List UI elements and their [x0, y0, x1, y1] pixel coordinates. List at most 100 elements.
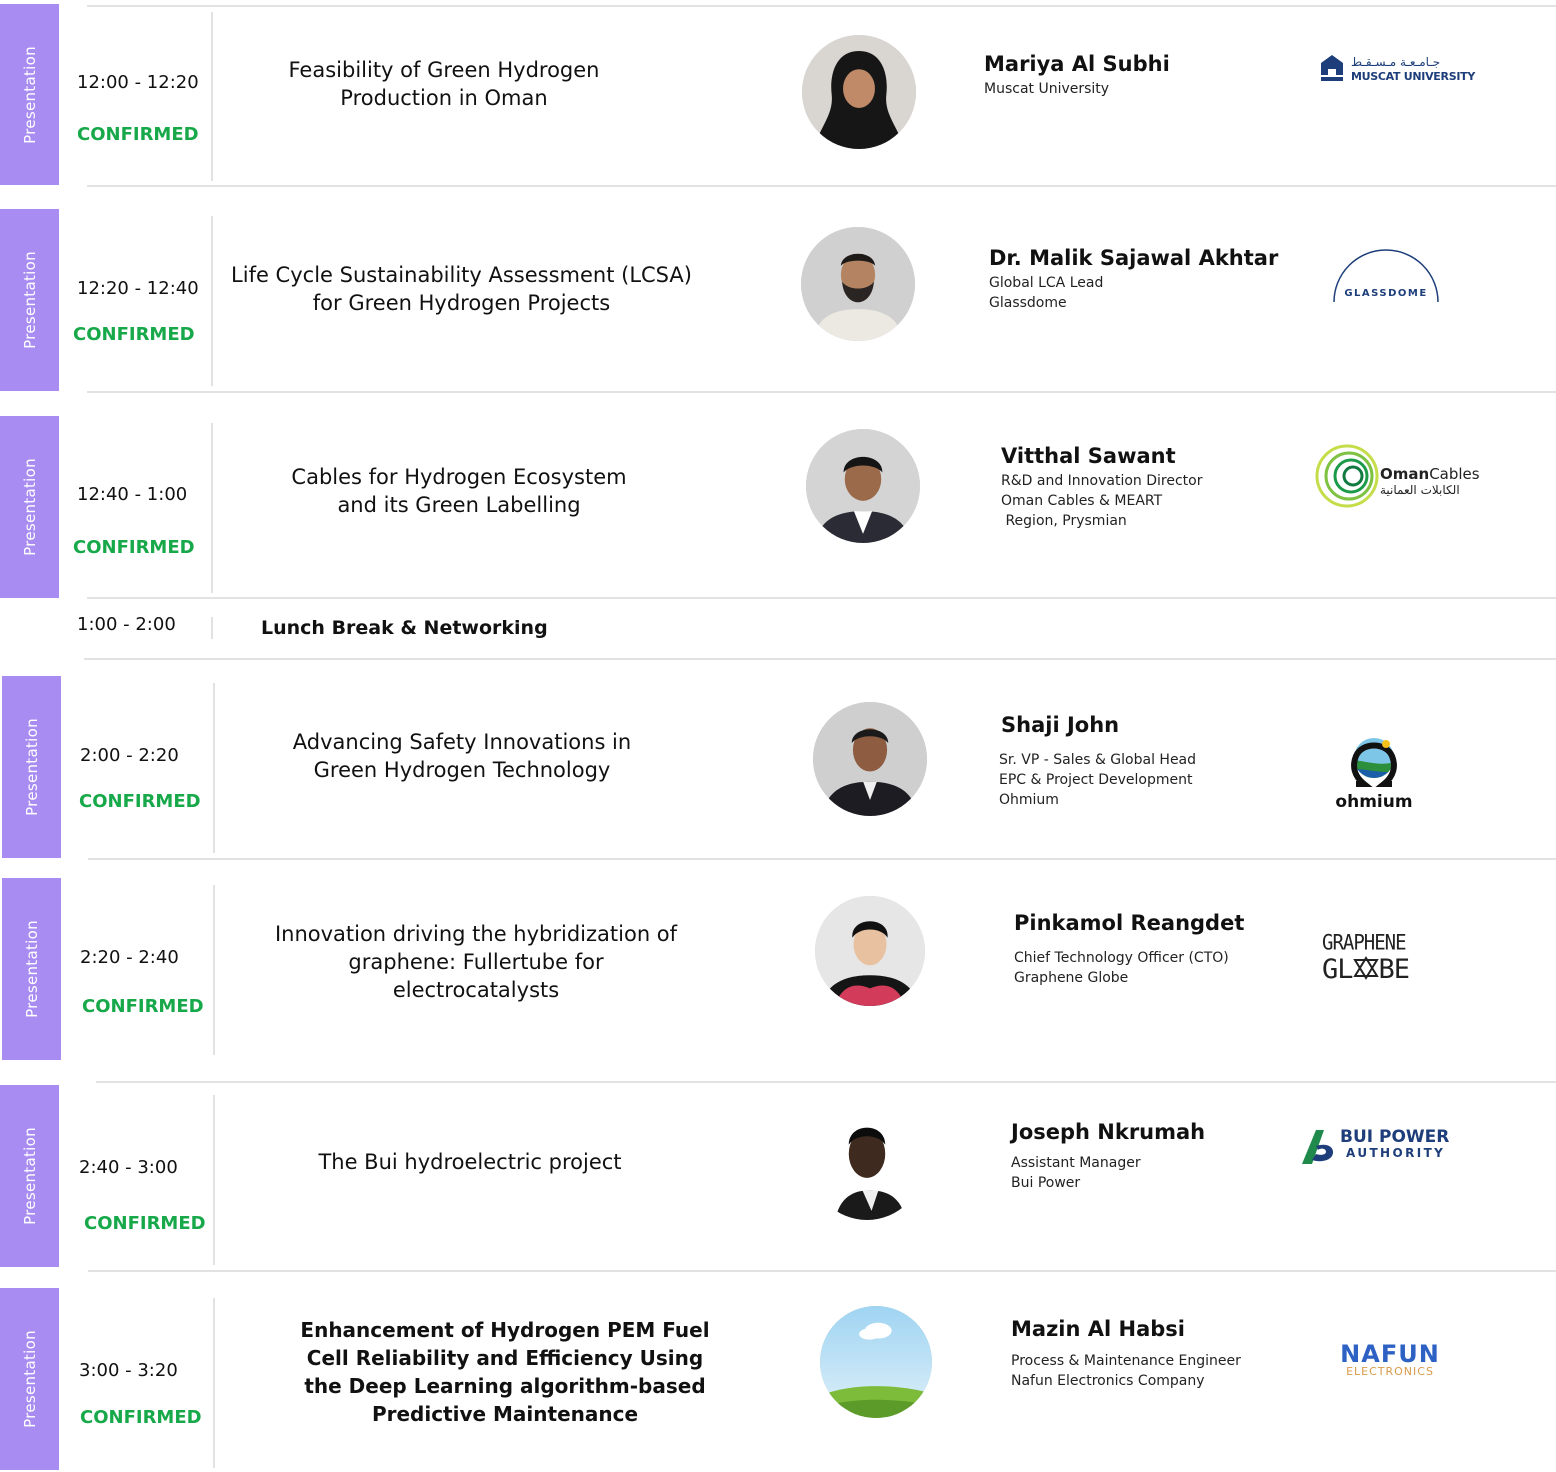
oman-cables-logo: OmanCables الكابلات العمانية	[1314, 443, 1480, 509]
logo-text-line2: GL BE	[1322, 954, 1411, 985]
oman-cables-rings-icon	[1315, 444, 1379, 508]
column-divider	[211, 12, 213, 181]
session-time: 3:00 - 3:20	[79, 1360, 178, 1381]
logo-text: OmanCables	[1380, 465, 1480, 483]
speaker-photo	[806, 429, 920, 543]
graphene-globe-logo: GRAPHENE GL BE	[1322, 930, 1442, 985]
session-title: Feasibility of Green Hydrogen Production…	[288, 58, 600, 110]
session-time: 12:40 - 1:00	[77, 484, 188, 505]
speaker-role: Muscat University	[984, 81, 1110, 97]
speaker-photo	[820, 1306, 932, 1418]
session-type-tag: Presentation	[0, 1288, 59, 1470]
session-type-label: Presentation	[22, 920, 41, 1018]
speaker-name: Mazin Al Habsi	[1011, 1317, 1185, 1341]
logo-text-light: Cables	[1429, 465, 1480, 483]
glassdome-dome-icon	[1333, 249, 1439, 303]
speaker-name: Joseph Nkrumah	[1011, 1120, 1206, 1144]
speaker-photo	[810, 1106, 924, 1220]
logo-text: ohmium	[1335, 792, 1413, 812]
status-confirmed: CONFIRMED	[77, 124, 199, 145]
session-type-tag: Presentation	[0, 416, 59, 598]
speaker-photo	[815, 896, 925, 1006]
speaker-photo	[813, 702, 927, 816]
session-time: 12:20 - 12:40	[77, 278, 199, 299]
logo-text-line1: NAFUN	[1340, 1340, 1440, 1368]
session-time: 2:00 - 2:20	[80, 745, 179, 766]
nafun-electronics-logo: NAFUN ELECTRONICS	[1328, 1340, 1452, 1382]
muscat-university-logo: جـامـعـة مـسـقـط MUSCAT UNIVERSITY	[1318, 53, 1475, 87]
row-divider	[87, 597, 1556, 599]
logo-text: MUSCAT UNIVERSITY	[1351, 70, 1475, 83]
row-divider	[88, 1270, 1556, 1272]
session-title: Innovation driving the hybridization of …	[274, 922, 678, 1002]
logo-text-line2: AUTHORITY	[1346, 1146, 1446, 1160]
ohmium-omega-icon	[1351, 738, 1397, 787]
status-confirmed: CONFIRMED	[84, 1213, 206, 1234]
logo-arabic-text: جـامـعـة مـسـقـط	[1351, 55, 1441, 69]
speaker-role: Assistant Manager Bui Power	[1011, 1155, 1141, 1191]
row-divider	[87, 391, 1556, 393]
speaker-role: Global LCA Lead Glassdome	[989, 275, 1104, 311]
column-divider	[211, 617, 213, 639]
speaker-name: Shaji John	[1001, 713, 1120, 737]
speaker-name: Mariya Al Subhi	[984, 52, 1170, 76]
session-type-tag: Presentation	[0, 4, 59, 185]
session-time: 2:40 - 3:00	[79, 1157, 178, 1178]
row-divider	[87, 5, 1556, 7]
row-divider	[96, 1081, 1556, 1083]
status-confirmed: CONFIRMED	[82, 996, 204, 1017]
session-title: Advancing Safety Innovations in Green Hy…	[292, 730, 632, 782]
session-title: Life Cycle Sustainability Assessment (LC…	[231, 263, 692, 315]
session-title: Cables for Hydrogen Ecosystem and its Gr…	[291, 465, 627, 517]
speaker-role: R&D and Innovation Director Oman Cables …	[1001, 473, 1203, 529]
session-time: 12:00 - 12:20	[77, 72, 199, 93]
glassdome-logo: GLASSDOME	[1330, 248, 1442, 308]
logo-text-line2-start: GL	[1322, 954, 1354, 985]
column-divider	[213, 683, 215, 853]
logo-text-line2: ELECTRONICS	[1346, 1365, 1434, 1378]
session-title: The Bui hydroelectric project	[318, 1150, 622, 1174]
status-confirmed: CONFIRMED	[79, 791, 201, 812]
speaker-name: Dr. Malik Sajawal Akhtar	[989, 246, 1279, 270]
session-type-label: Presentation	[20, 45, 39, 144]
session-type-tag: Presentation	[2, 676, 61, 858]
column-divider	[213, 885, 215, 1055]
column-divider	[213, 1298, 215, 1468]
logo-text-line1: GRAPHENE	[1322, 930, 1407, 956]
lunch-time: 1:00 - 2:00	[77, 614, 176, 635]
session-type-tag: Presentation	[0, 209, 59, 391]
column-divider	[211, 423, 213, 593]
column-divider	[213, 1095, 215, 1265]
speaker-photo	[802, 35, 916, 149]
speaker-name: Vitthal Sawant	[1001, 444, 1176, 468]
speaker-role: Chief Technology Officer (CTO) Graphene …	[1014, 950, 1229, 986]
ohmium-logo: ohmium	[1326, 726, 1422, 818]
session-type-label: Presentation	[22, 718, 41, 816]
logo-text-line1: BUI POWER	[1340, 1127, 1450, 1147]
bui-power-logo: BUI POWER AUTHORITY	[1298, 1124, 1462, 1166]
session-type-label: Presentation	[20, 251, 39, 349]
speaker-photo	[801, 227, 915, 341]
session-type-tag: Presentation	[0, 1085, 59, 1267]
star-of-david-icon	[1352, 956, 1379, 980]
logo-arabic-text: الكابلات العمانية	[1380, 483, 1460, 497]
session-type-label: Presentation	[20, 458, 39, 556]
session-type-label: Presentation	[20, 1330, 39, 1428]
column-divider	[211, 216, 213, 386]
row-divider	[84, 658, 1556, 660]
speaker-role: Sr. VP - Sales & Global Head EPC & Proje…	[999, 752, 1197, 808]
row-divider	[88, 858, 1556, 860]
session-title: Enhancement of Hydrogen PEM Fuel Cell Re…	[300, 1318, 710, 1426]
session-type-tag: Presentation	[2, 878, 61, 1060]
status-confirmed: CONFIRMED	[73, 324, 195, 345]
bui-power-mark-icon	[1302, 1130, 1334, 1164]
logo-text-bold: Oman	[1380, 465, 1430, 483]
session-time: 2:20 - 2:40	[80, 947, 179, 968]
logo-text-line2-end: BE	[1378, 954, 1411, 985]
logo-text: GLASSDOME	[1344, 288, 1428, 299]
speaker-name: Pinkamol Reangdet	[1014, 911, 1245, 935]
session-type-label: Presentation	[20, 1127, 39, 1225]
status-confirmed: CONFIRMED	[80, 1407, 202, 1428]
lunch-break-label: Lunch Break & Networking	[261, 617, 548, 639]
status-confirmed: CONFIRMED	[73, 537, 195, 558]
